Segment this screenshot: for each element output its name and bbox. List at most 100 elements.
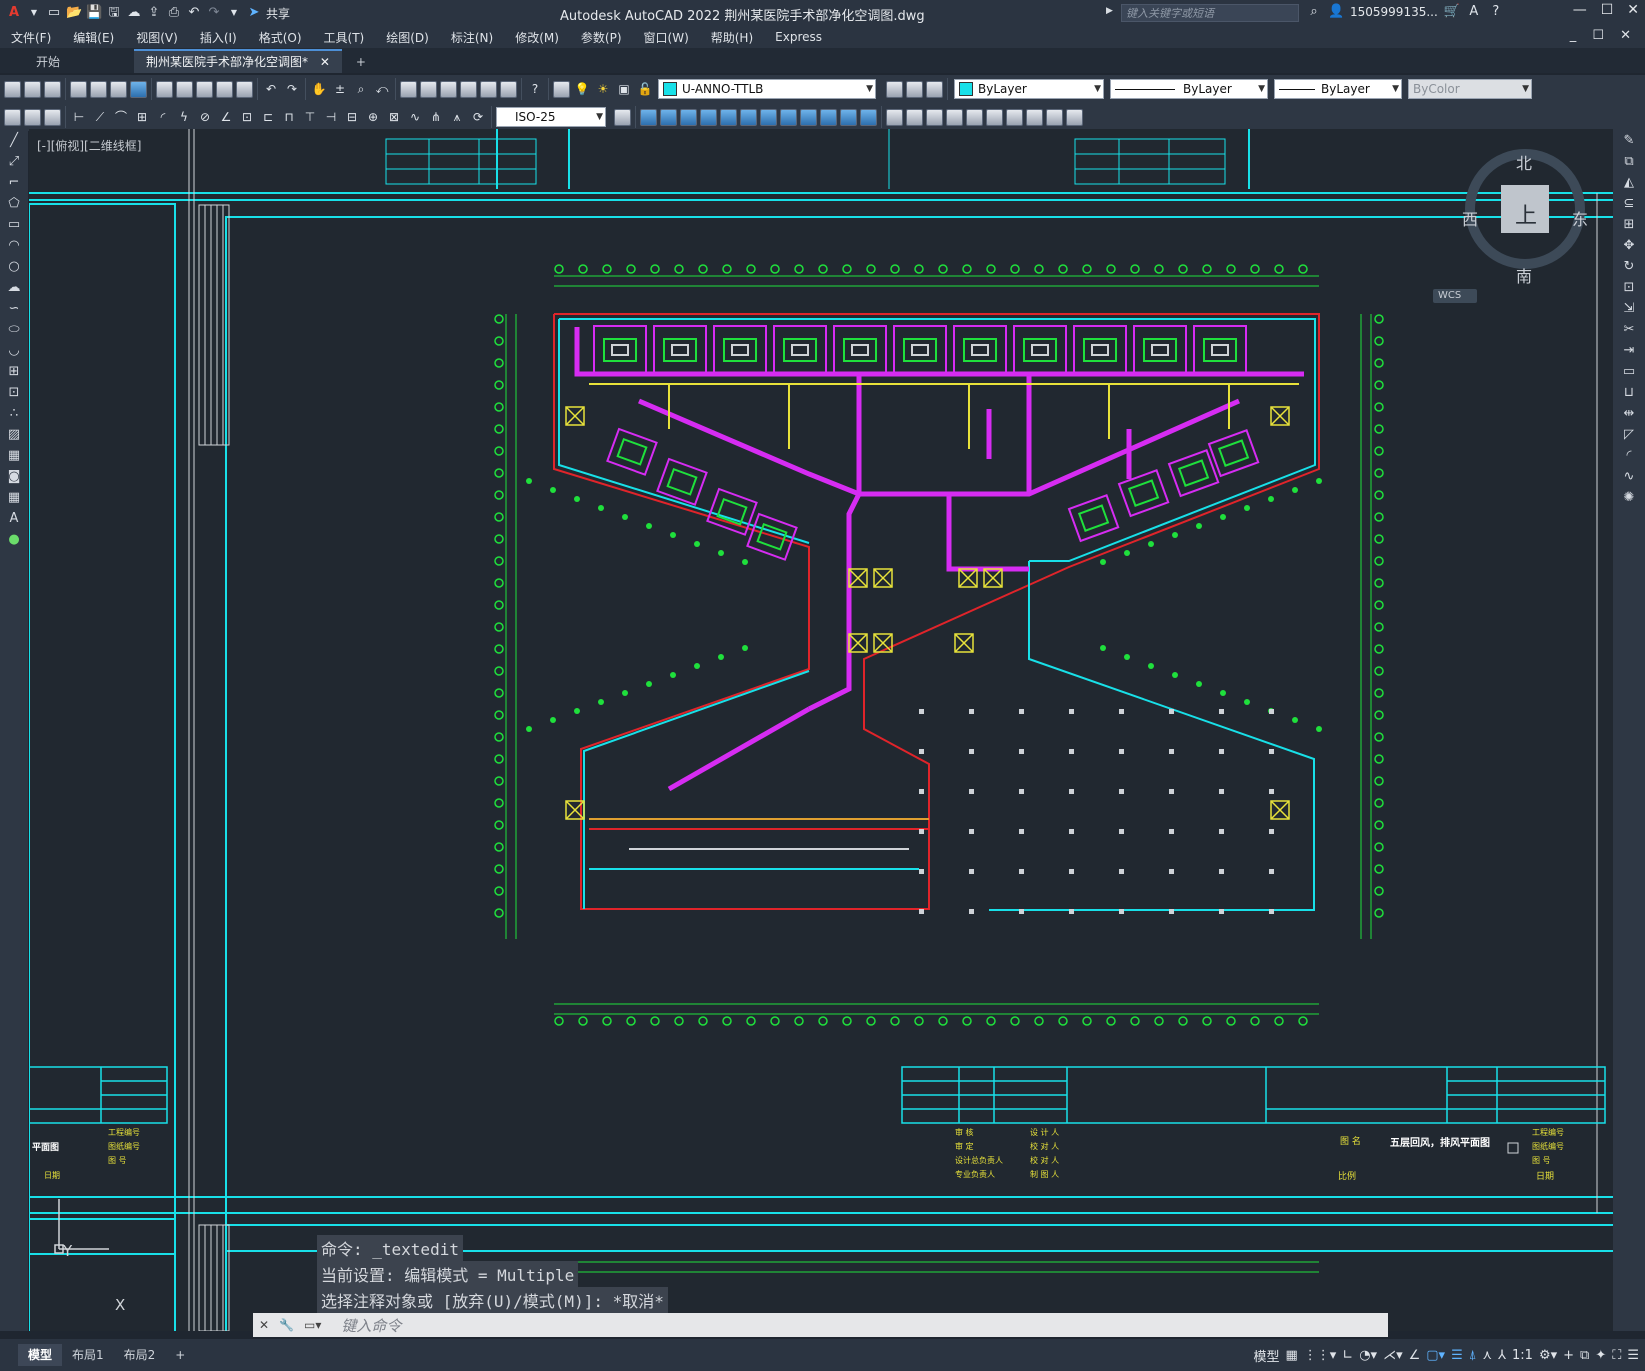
plus-icon[interactable]: + xyxy=(1563,1348,1574,1363)
3d-print-icon[interactable] xyxy=(130,80,147,98)
menu-file[interactable]: 文件(F) xyxy=(0,29,62,46)
block-editor-icon[interactable] xyxy=(1006,108,1023,126)
design-center-icon[interactable] xyxy=(420,80,437,98)
break-at-point-icon[interactable]: ▭ xyxy=(1620,363,1638,381)
insert-block-icon[interactable]: ⊞ xyxy=(5,363,23,381)
erase-icon[interactable] xyxy=(1066,108,1083,126)
break-icon[interactable] xyxy=(840,108,857,126)
tolerance-icon[interactable]: ⊟ xyxy=(343,108,361,126)
join-icon[interactable]: ⇹ xyxy=(1620,405,1638,423)
dimstyle-manager-icon[interactable] xyxy=(614,108,631,126)
snap-icon[interactable]: ⋮⋮▾ xyxy=(1304,1348,1337,1363)
app-menu-arrow-icon[interactable]: ▼ xyxy=(26,5,42,21)
make-block-icon[interactable]: ⊡ xyxy=(5,384,23,402)
isolate-objects-icon[interactable]: ⧉ xyxy=(1580,1348,1589,1363)
viewcube-north[interactable]: 北 xyxy=(1516,150,1532,174)
dim-arc-icon[interactable]: ⌒ xyxy=(112,108,130,126)
trim-icon[interactable]: ✂ xyxy=(1620,321,1638,339)
scale-value[interactable]: 1:1 xyxy=(1512,1348,1533,1363)
construction-line-icon[interactable]: ⤢ xyxy=(5,153,23,171)
offset-icon[interactable] xyxy=(680,108,697,126)
viewport-controls[interactable]: [-][俯视][二维线框] xyxy=(37,137,141,154)
break-icon[interactable]: ⊔ xyxy=(1620,384,1638,402)
edit-hatch-icon[interactable] xyxy=(986,108,1003,126)
line-icon[interactable]: ╱ xyxy=(5,132,23,150)
undo-icon[interactable]: ↶ xyxy=(186,5,202,21)
web-open-icon[interactable]: ☁ xyxy=(126,5,142,21)
user-icon[interactable]: 👤 xyxy=(1328,4,1344,20)
chamfer-icon[interactable]: ◸ xyxy=(1620,426,1638,444)
polygon-icon[interactable]: ⬠ xyxy=(5,195,23,213)
dim-linear-icon[interactable]: ⊢ xyxy=(70,108,88,126)
insert-block-icon[interactable] xyxy=(1026,108,1043,126)
gradient-icon[interactable]: ▦ xyxy=(5,447,23,465)
layer-properties-icon[interactable] xyxy=(553,80,570,98)
help-icon[interactable]: ? xyxy=(526,80,544,98)
new-file-icon[interactable]: ▭ xyxy=(46,5,62,21)
ellipse-arc-icon[interactable]: ◡ xyxy=(5,342,23,360)
plot-preview-icon[interactable] xyxy=(90,80,107,98)
jogged-linear-icon[interactable]: ∿ xyxy=(406,108,424,126)
tab-close-icon[interactable]: ✕ xyxy=(320,55,330,69)
fillet-icon[interactable]: ◜ xyxy=(1620,447,1638,465)
inspection-icon[interactable]: ⊠ xyxy=(385,108,403,126)
mtext-icon[interactable]: A xyxy=(5,510,23,528)
quickcalc-icon[interactable] xyxy=(500,80,517,98)
ortho-icon[interactable]: ∟ xyxy=(1342,1348,1353,1363)
drawing-area[interactable] xyxy=(29,129,1613,1331)
rectangle-icon[interactable]: ▭ xyxy=(5,216,23,234)
table-icon[interactable]: ▦ xyxy=(5,489,23,507)
pan-icon[interactable]: ✋ xyxy=(310,80,328,98)
edit-polyline-icon[interactable] xyxy=(966,108,983,126)
menu-edit[interactable]: 编辑(E) xyxy=(62,29,125,46)
layer-lock-icon[interactable]: 🔓 xyxy=(636,80,654,98)
open-icon[interactable] xyxy=(24,80,41,98)
arc-icon[interactable]: ◠ xyxy=(5,237,23,255)
mirror-icon[interactable] xyxy=(660,108,677,126)
osnap-icon[interactable]: ▢▾ xyxy=(1426,1348,1445,1363)
move-icon[interactable] xyxy=(720,108,737,126)
viewcube-west[interactable]: 西 xyxy=(1462,206,1478,230)
save-icon[interactable] xyxy=(44,80,61,98)
workspace-gear-icon[interactable]: ⚙▾ xyxy=(1539,1348,1557,1363)
menu-format[interactable]: 格式(O) xyxy=(248,29,313,46)
dim-aligned-icon[interactable]: ⟋ xyxy=(91,108,109,126)
transparency-icon[interactable]: ⍋ xyxy=(1469,1348,1477,1363)
dim-baseline-icon[interactable]: ⊏ xyxy=(259,108,277,126)
tab-model[interactable]: 模型 xyxy=(18,1344,63,1366)
offset-icon[interactable]: ⊆ xyxy=(1620,195,1638,213)
center-mark-icon[interactable]: ⊕ xyxy=(364,108,382,126)
rotate-icon[interactable]: ↻ xyxy=(1620,258,1638,276)
scale-icon[interactable] xyxy=(760,108,777,126)
join-icon[interactable] xyxy=(860,108,877,126)
markup-icon[interactable] xyxy=(480,80,497,98)
document-window-controls[interactable]: _ ☐ ✕ xyxy=(1570,28,1637,43)
hatch-icon[interactable]: ▨ xyxy=(5,426,23,444)
polar-icon[interactable]: ◔▾ xyxy=(1359,1348,1377,1363)
copy-icon[interactable]: ⧉ xyxy=(1620,153,1638,171)
layer-previous-icon[interactable] xyxy=(906,80,923,98)
autodesk-a360-icon[interactable]: A xyxy=(1466,4,1482,20)
area-icon[interactable] xyxy=(24,108,41,126)
spline-icon[interactable]: ∽ xyxy=(5,300,23,318)
menu-dimension[interactable]: 标注(N) xyxy=(440,29,504,46)
clean-screen-icon[interactable]: ⛶ xyxy=(1612,1348,1621,1363)
blend-curves-icon[interactable]: ∿ xyxy=(1620,468,1638,486)
menu-help[interactable]: 帮助(H) xyxy=(700,29,764,46)
dimstyle-dropdown[interactable]: ISO-25 ▼ xyxy=(496,107,606,127)
layer-viewport-icon[interactable]: ▣ xyxy=(615,80,633,98)
save-as-icon[interactable]: 🖫 xyxy=(106,5,122,21)
scale-icon[interactable]: ⊡ xyxy=(1620,279,1638,297)
model-space-button[interactable]: 模型 xyxy=(1253,1346,1279,1365)
move-icon[interactable]: ✥ xyxy=(1620,237,1638,255)
menu-modify[interactable]: 修改(M) xyxy=(504,29,570,46)
help-icon[interactable]: ? xyxy=(1488,4,1504,20)
blend-icon[interactable] xyxy=(926,108,943,126)
erase-icon[interactable]: ✎ xyxy=(1620,132,1638,150)
revision-cloud-icon[interactable]: ☁ xyxy=(5,279,23,297)
add-selected-icon[interactable]: ● xyxy=(5,531,23,549)
circle-icon[interactable]: ○ xyxy=(5,258,23,276)
array-icon[interactable]: ⊞ xyxy=(1620,216,1638,234)
annotation-visibility-icon[interactable]: ⋏ xyxy=(1483,1348,1493,1363)
new-tab-button[interactable]: + xyxy=(344,51,378,73)
